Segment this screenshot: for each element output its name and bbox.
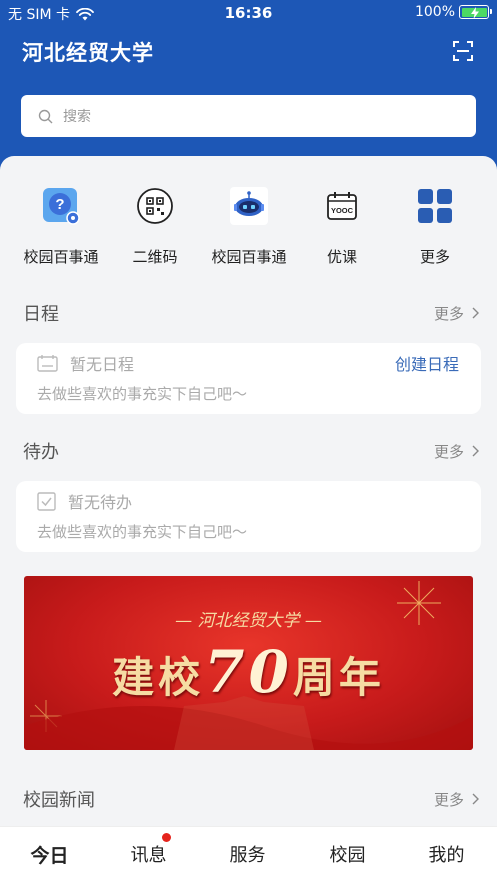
quick-action-label: 校园百事通: [23, 248, 99, 266]
svg-text:?: ?: [55, 196, 64, 213]
unread-badge: [162, 833, 171, 842]
schedule-empty: 暂无日程: [37, 351, 134, 375]
anniversary-banner[interactable]: — 河北经贸大学 — 建校70周年: [24, 576, 473, 750]
robot-icon: [229, 186, 269, 226]
schedule-section-header: 日程 更多: [23, 301, 479, 325]
quick-action-qrcode[interactable]: 二维码: [108, 186, 202, 267]
chevron-right-icon: [472, 793, 479, 805]
chevron-right-icon: [472, 445, 479, 457]
yooc-calendar-icon: YOOC: [322, 186, 362, 226]
tab-label: 校园: [329, 845, 366, 866]
battery-percent: 100%: [414, 4, 455, 20]
help-question-icon: ?: [41, 186, 81, 226]
quick-action-yooc[interactable]: YOOC 优课: [295, 186, 389, 267]
calendar-empty-icon: [37, 354, 58, 372]
search-placeholder: 搜索: [63, 109, 91, 125]
news-title: 校园新闻: [23, 790, 95, 811]
todo-card: 暂无待办 去做些喜欢的事充实下自己吧～: [16, 481, 481, 552]
tab-label: 服务: [229, 845, 266, 866]
schedule-hint: 去做些喜欢的事充实下自己吧～: [37, 385, 248, 403]
schedule-more-link[interactable]: 更多: [434, 303, 479, 324]
schedule-card: 暂无日程 创建日程 去做些喜欢的事充实下自己吧～: [16, 343, 481, 414]
tab-mine[interactable]: 我的: [397, 841, 496, 867]
tab-bar: 今日 讯息 服务 校园 我的: [0, 826, 497, 883]
todo-title: 待办: [23, 442, 59, 463]
grid-more-icon: [415, 186, 455, 226]
todo-more-link[interactable]: 更多: [434, 441, 479, 462]
more-label: 更多: [433, 304, 464, 323]
quick-action-label: 二维码: [132, 248, 178, 266]
quick-action-label: 优课: [326, 248, 357, 266]
quick-action-label: 更多: [419, 248, 450, 266]
tab-services[interactable]: 服务: [198, 841, 297, 867]
todo-hint: 去做些喜欢的事充实下自己吧～: [37, 523, 248, 541]
banner-main-left: 建校: [112, 653, 205, 702]
create-schedule-button[interactable]: 创建日程: [395, 351, 459, 375]
schedule-empty-text: 暂无日程: [70, 355, 135, 374]
quick-actions: ? 校园百事通 二维码 校园百事通 YOOC 优课 更多: [0, 186, 497, 276]
tab-campus[interactable]: 校园: [298, 841, 397, 867]
schedule-title: 日程: [23, 304, 59, 325]
news-section-header: 校园新闻 更多: [23, 787, 479, 811]
news-more-link[interactable]: 更多: [434, 789, 479, 810]
todo-section-header: 待办 更多: [23, 439, 479, 463]
status-bar: 无 SIM 卡 16:36 100%: [0, 0, 497, 26]
banner-headline: 建校70周年: [24, 638, 473, 706]
tab-messages[interactable]: 讯息: [99, 833, 198, 867]
banner-main-right: 周年: [292, 653, 385, 702]
app-title: 河北经贸大学: [22, 41, 154, 65]
tab-label: 今日: [30, 845, 69, 867]
chevron-right-icon: [472, 307, 479, 319]
tab-label: 讯息: [130, 845, 167, 866]
status-right: 100%: [414, 4, 492, 20]
search-input[interactable]: 搜索: [21, 95, 476, 137]
todo-empty-text: 暂无待办: [68, 493, 133, 512]
qrcode-icon: [135, 186, 175, 226]
banner-main-number: 70: [204, 638, 293, 706]
quick-action-more[interactable]: 更多: [388, 186, 482, 267]
more-label: 更多: [433, 442, 464, 461]
svg-text:YOOC: YOOC: [331, 206, 354, 215]
content: ? 校园百事通 二维码 校园百事通 YOOC 优课 更多 日程 更多 暂无日程 …: [0, 156, 497, 826]
quick-action-label: 校园百事通: [211, 248, 287, 266]
tab-label: 我的: [428, 845, 465, 866]
scan-icon[interactable]: [452, 40, 474, 62]
more-label: 更多: [433, 790, 464, 809]
quick-action-robot[interactable]: 校园百事通: [202, 186, 296, 267]
checklist-empty-icon: [37, 491, 56, 511]
search-icon: [38, 109, 53, 123]
tab-today[interactable]: 今日: [0, 841, 99, 868]
quick-action-help[interactable]: ? 校园百事通: [14, 186, 108, 267]
battery-charging-icon: [459, 5, 492, 19]
todo-empty: 暂无待办: [37, 489, 132, 513]
banner-subtitle: — 河北经贸大学 —: [175, 611, 322, 631]
